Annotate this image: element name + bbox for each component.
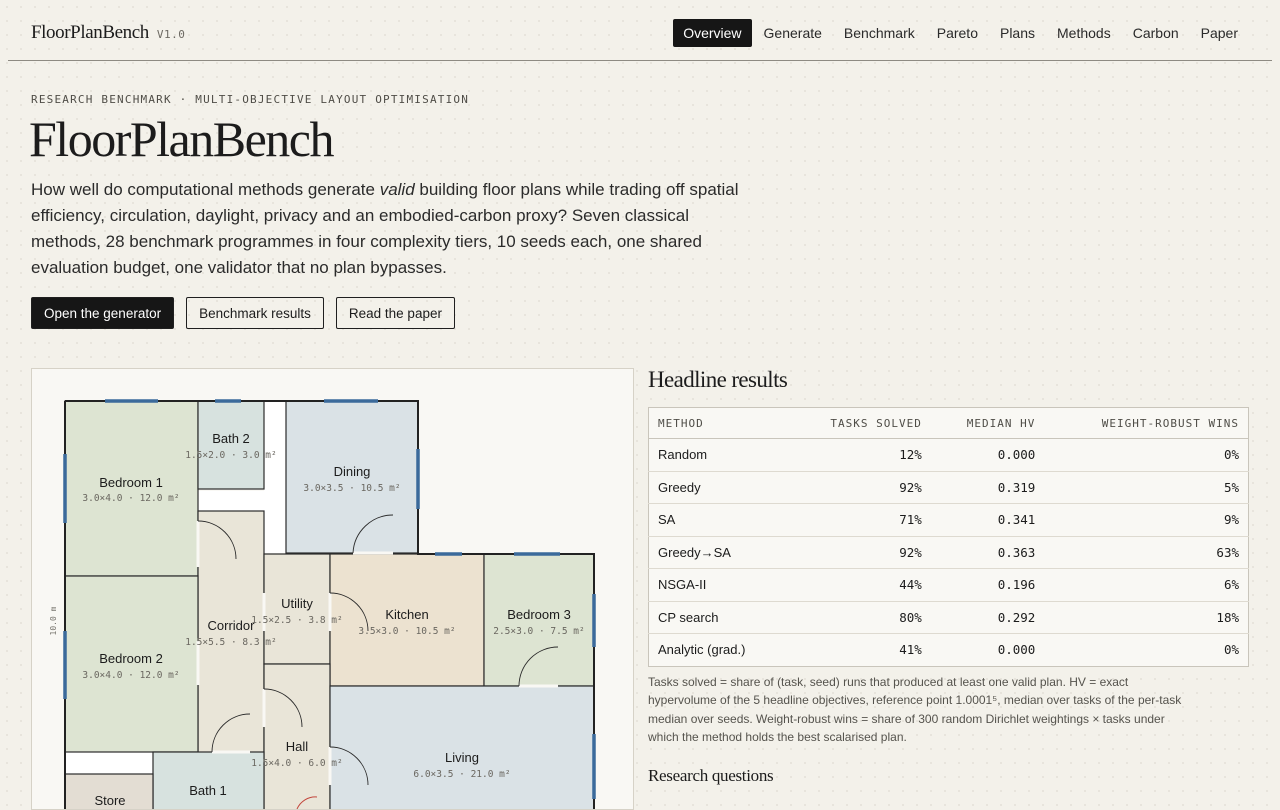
nav-plans[interactable]: Plans — [990, 19, 1045, 47]
nav-pareto[interactable]: Pareto — [927, 19, 988, 47]
room-bath-1[interactable] — [152, 751, 265, 809]
median-hv-cell: 0.363 — [930, 535, 1045, 569]
room-label: Store — [94, 793, 125, 808]
nav-carbon[interactable]: Carbon — [1123, 19, 1189, 47]
tasks-solved-cell: 41% — [787, 633, 931, 666]
median-hv-cell: 0.319 — [930, 470, 1045, 504]
brand-name: FloorPlanBench — [31, 22, 149, 43]
room-hall[interactable] — [263, 663, 331, 809]
results-title: Headline results — [648, 367, 788, 392]
weight-robust-wins-cell: 5% — [1044, 470, 1249, 504]
hero-lede-before: How well do computational methods genera… — [31, 180, 380, 199]
room-dims: 3.0×4.0 · 12.0 m² — [82, 493, 179, 504]
top-navigation-bar: FloorPlanBench V1.0 Overview Generate Be… — [8, 0, 1272, 61]
weight-robust-wins-cell: 9% — [1044, 503, 1249, 536]
tasks-solved-cell: 92% — [787, 535, 931, 569]
table-row: SA 71% 0.341 9% — [648, 503, 1249, 536]
method-cell: Greedy→SA — [648, 535, 788, 569]
room-label: Bath 2 — [212, 431, 250, 446]
weight-robust-wins-cell: 6% — [1044, 568, 1249, 601]
read-paper-button[interactable]: Read the paper — [335, 297, 455, 329]
room-dims: 1.5×2.0 · 3.0 m² — [185, 450, 277, 461]
table-header-row: METHOD TASKS SOLVED MEDIAN HV WEIGHT-ROB… — [648, 407, 1249, 439]
table-row: Greedy 92% 0.319 5% — [648, 470, 1249, 504]
method-cell: Random — [648, 438, 788, 471]
room-dims: 3.5×3.0 · 10.5 m² — [358, 626, 455, 637]
room-dims: 1.5×4.0 · 6.0 m² — [251, 758, 343, 769]
hero-lede: How well do computational methods genera… — [31, 177, 751, 281]
benchmark-results-button[interactable]: Benchmark results — [186, 297, 324, 329]
nav-methods[interactable]: Methods — [1047, 19, 1121, 47]
room-label: Bedroom 1 — [99, 475, 163, 490]
circulation-gap-bottom — [65, 752, 153, 774]
room-dims: 3.0×3.5 · 10.5 m² — [303, 483, 400, 494]
room-dims: 2.5×3.0 · 7.5 m² — [493, 626, 585, 637]
room-label: Hall — [286, 739, 309, 754]
room-label: Bedroom 3 — [507, 607, 571, 622]
method-cell: Analytic (grad.) — [648, 633, 788, 666]
median-hv-cell: 0.341 — [930, 503, 1045, 536]
room-label: Living — [445, 750, 479, 765]
room-dims: 1.5×2.5 · 3.8 m² — [251, 615, 343, 626]
hero-title: FloorPlanBench — [29, 111, 334, 167]
nav-benchmark[interactable]: Benchmark — [834, 19, 925, 47]
hero-actions: Open the generator Benchmark results Rea… — [31, 297, 455, 329]
floor-plan-svg: 10.0 m Bedroom 1 Bath 2 Dining Corridor … — [49, 399, 596, 809]
results-footnote: Tasks solved = share of (task, seed) run… — [648, 675, 1182, 744]
circulation-gap — [198, 491, 264, 511]
method-cell: NSGA-II — [648, 568, 788, 601]
median-hv-cell: 0.000 — [930, 438, 1045, 471]
room-label: Bedroom 2 — [99, 651, 163, 666]
method-cell: Greedy — [648, 470, 788, 504]
floor-plan-card: 10.0 m Bedroom 1 Bath 2 Dining Corridor … — [31, 368, 634, 810]
room-dims: 3.0×4.0 · 12.0 m² — [82, 670, 179, 681]
column-header[interactable]: MEDIAN HV — [930, 407, 1045, 439]
room-living[interactable] — [329, 685, 595, 809]
open-generator-button[interactable]: Open the generator — [31, 297, 175, 329]
plan-dimension-label: 10.0 m — [49, 606, 58, 635]
column-header[interactable]: TASKS SOLVED — [787, 407, 931, 439]
method-cell: SA — [648, 503, 788, 536]
method-cell: CP search — [648, 600, 788, 634]
median-hv-cell: 0.196 — [930, 568, 1045, 601]
research-questions-title: Research questions — [648, 766, 774, 785]
table-row: Random 12% 0.000 0% — [648, 438, 1249, 471]
tasks-solved-cell: 12% — [787, 438, 931, 471]
nav-generate[interactable]: Generate — [754, 19, 832, 47]
column-header[interactable]: METHOD — [648, 407, 788, 439]
median-hv-cell: 0.000 — [930, 633, 1045, 666]
brand[interactable]: FloorPlanBench V1.0 — [31, 22, 185, 44]
hero-lede-emphasis: valid — [379, 180, 415, 199]
main-nav: Overview Generate Benchmark Pareto Plans… — [673, 19, 1248, 47]
room-label: Kitchen — [385, 607, 428, 622]
room-label: Bath 1 — [189, 783, 227, 798]
room-label: Dining — [334, 464, 371, 479]
table-row: CP search 80% 0.292 18% — [648, 600, 1249, 634]
table-row: Greedy→SA 92% 0.363 63% — [648, 535, 1249, 569]
room-dims: 1.5×5.5 · 8.3 m² — [185, 637, 277, 648]
tasks-solved-cell: 44% — [787, 568, 931, 601]
tasks-solved-cell: 71% — [787, 503, 931, 536]
brand-version: V1.0 — [156, 28, 186, 41]
results-table: METHOD TASKS SOLVED MEDIAN HV WEIGHT-ROB… — [648, 407, 1249, 667]
tasks-solved-cell: 80% — [787, 600, 931, 634]
circulation-gap-vertical — [264, 401, 286, 553]
nav-paper[interactable]: Paper — [1191, 19, 1248, 47]
room-dims: 6.0×3.5 · 21.0 m² — [413, 769, 510, 780]
weight-robust-wins-cell: 0% — [1044, 633, 1249, 666]
weight-robust-wins-cell: 18% — [1044, 600, 1249, 634]
table-row: NSGA-II 44% 0.196 6% — [648, 568, 1249, 601]
median-hv-cell: 0.292 — [930, 600, 1045, 634]
weight-robust-wins-cell: 63% — [1044, 535, 1249, 569]
weight-robust-wins-cell: 0% — [1044, 438, 1249, 471]
tasks-solved-cell: 92% — [787, 470, 931, 504]
table-row: Analytic (grad.) 41% 0.000 0% — [648, 633, 1249, 666]
room-label: Corridor — [208, 618, 256, 633]
hero-eyebrow: RESEARCH BENCHMARK · MULTI-OBJECTIVE LAY… — [31, 93, 470, 106]
column-header[interactable]: WEIGHT-ROBUST WINS — [1044, 407, 1249, 439]
nav-overview[interactable]: Overview — [673, 19, 752, 47]
room-label: Utility — [281, 596, 313, 611]
